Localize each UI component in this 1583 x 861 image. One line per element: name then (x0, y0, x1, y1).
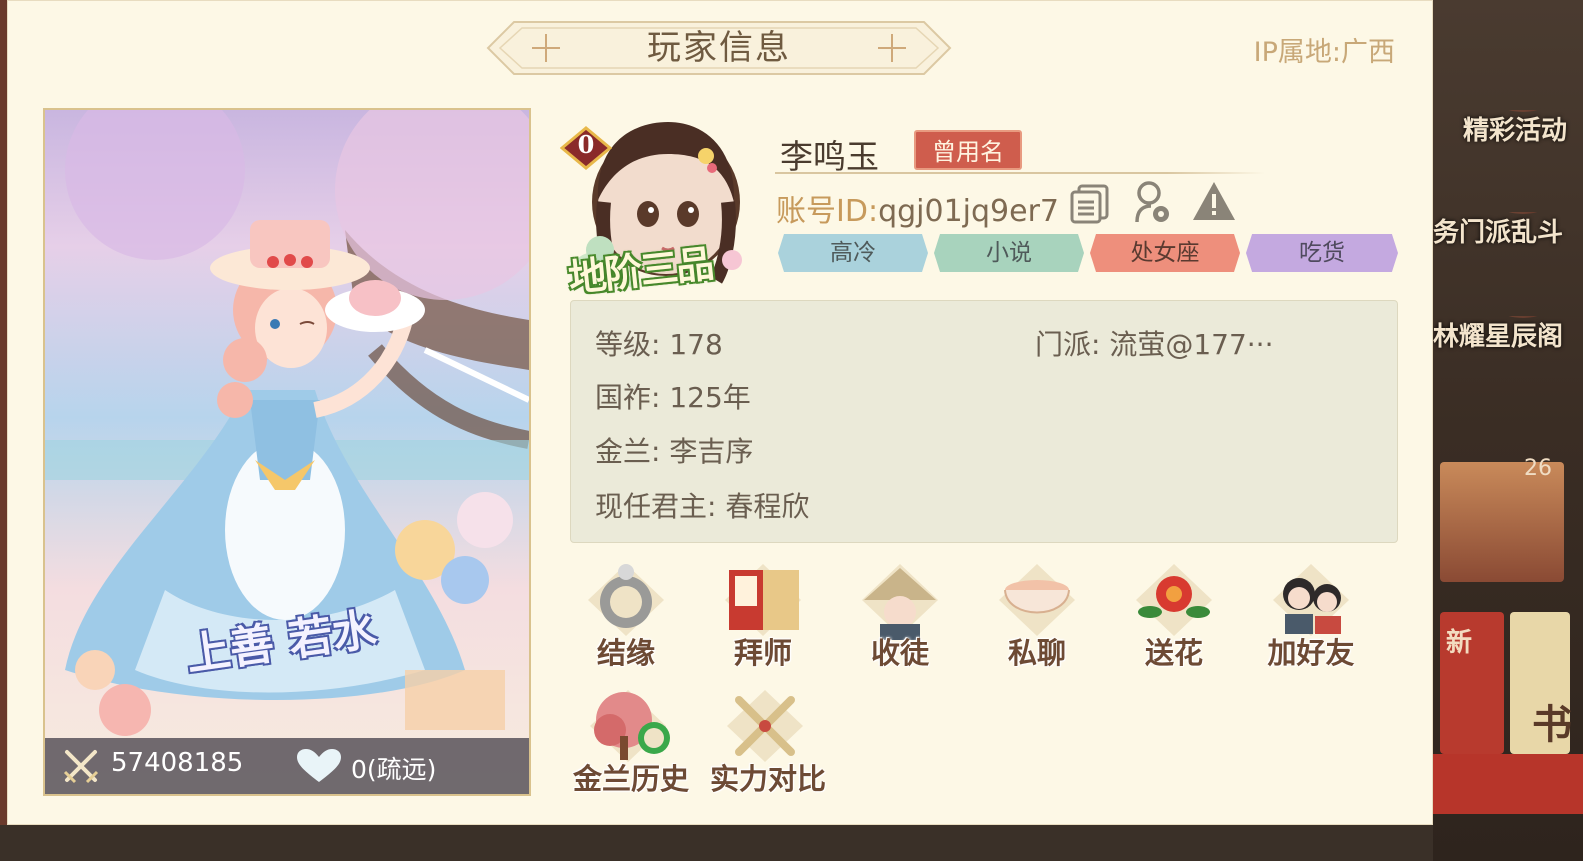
player-info-box: 等级: 178 门派: 流萤@177··· 国祚: 125年 金兰: 李吉序 现… (570, 300, 1398, 543)
user-settings-icon[interactable] (1133, 180, 1173, 224)
power-value: 57408185 (111, 748, 244, 778)
send-flower-button[interactable]: 送花 (1114, 560, 1234, 680)
title-plate: 玩家信息 (486, 20, 952, 76)
marriage-button[interactable]: 结缘 (566, 560, 686, 680)
account-id: 账号ID:qgj01jq9er7 (776, 186, 1059, 230)
panel-title: 玩家信息 (647, 28, 791, 68)
character-illustration (45, 110, 529, 736)
private-chat-button[interactable]: 私聊 (977, 560, 1097, 680)
tag-2: 小说 (934, 234, 1084, 272)
info-current-ruler: 现任君主: 春程欣 (595, 490, 810, 523)
bg-activity-item: 精彩活动 (1433, 110, 1583, 147)
account-id-value: qgj01jq9er7 (878, 194, 1059, 229)
strength-compare-button[interactable]: 实力对比 (703, 686, 833, 806)
copy-icon[interactable] (1069, 184, 1111, 224)
former-name-button[interactable]: 曾用名 (914, 130, 1022, 170)
info-level: 等级: 178 (595, 328, 723, 361)
background-left-edge (0, 0, 7, 861)
sworn-history-button[interactable]: 金兰历史 (566, 686, 696, 806)
bg-sect-battle-item: 务门派乱斗 (1433, 212, 1583, 249)
player-info-panel: 玩家信息 IP属地:广西 上善 若水 57408185 0(疏远) 0 地阶三品… (7, 0, 1433, 825)
add-friend-button[interactable]: 加好友 (1251, 560, 1371, 680)
crossed-swords-icon (63, 750, 99, 784)
info-sworn-sibling: 金兰: 李吉序 (595, 435, 754, 468)
bg-count-badge: 26 (1524, 456, 1552, 481)
bg-card-book: 书 (1510, 612, 1572, 754)
take-master-button[interactable]: 拜师 (703, 560, 823, 680)
heart-icon (297, 749, 341, 782)
info-sect: 门派: 流萤@177··· (1035, 328, 1274, 361)
account-id-label: 账号ID: (776, 194, 879, 229)
affinity-value: 0(疏远) (351, 755, 437, 784)
tag-3: 处女座 (1090, 234, 1240, 272)
bg-star-pavilion-item: 林耀星辰阁 (1433, 316, 1583, 353)
bg-red-banner (1433, 754, 1583, 814)
portrait-stats-bar: 57408185 0(疏远) (45, 738, 529, 794)
character-portrait-card[interactable]: 上善 若水 57408185 0(疏远) (43, 108, 531, 796)
player-name: 李鸣玉 (780, 137, 879, 176)
report-warning-icon[interactable] (1191, 180, 1237, 222)
tag-1: 高冷 (778, 234, 928, 272)
take-apprentice-button[interactable]: 收徒 (840, 560, 960, 680)
background-bottom-edge (0, 825, 1583, 861)
bg-card-red: 新 (1440, 612, 1504, 754)
tag-4: 吃货 (1246, 234, 1398, 272)
vip-level: 0 (577, 130, 595, 159)
ip-location: IP属地:广西 (1253, 37, 1395, 68)
name-divider (775, 172, 1265, 174)
info-reign: 国祚: 125年 (595, 381, 751, 414)
